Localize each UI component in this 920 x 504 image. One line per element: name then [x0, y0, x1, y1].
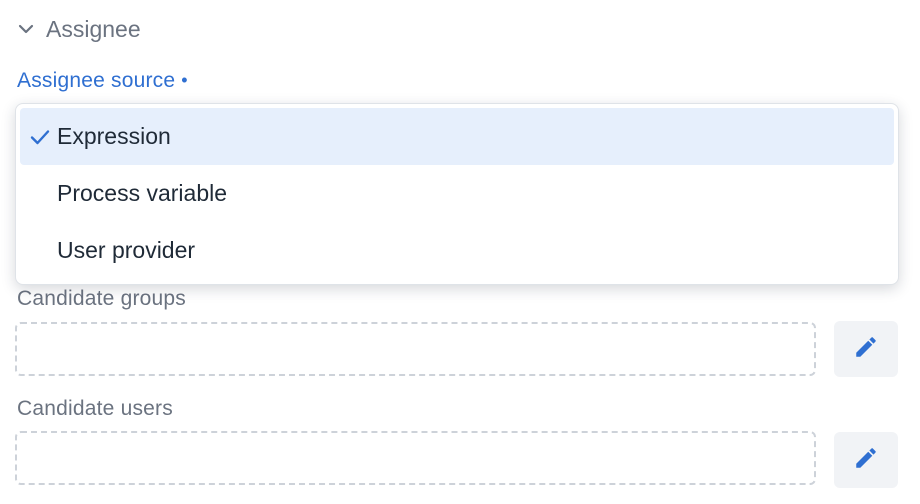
option-label: Expression	[57, 123, 171, 149]
candidate-users-label: Candidate users	[17, 397, 173, 420]
option-user-provider[interactable]: User provider	[20, 222, 894, 279]
assignee-source-dropdown: Expression Process variable User provide…	[15, 103, 899, 285]
option-expression[interactable]: Expression	[20, 108, 894, 165]
checkmark-icon	[29, 126, 51, 148]
candidate-groups-input[interactable]	[15, 322, 816, 376]
candidate-groups-label: Candidate groups	[17, 287, 186, 310]
properties-panel: Assignee Assignee source • Candidate grou…	[0, 0, 920, 504]
option-label: User provider	[57, 237, 196, 263]
candidate-users-input[interactable]	[15, 431, 816, 485]
candidate-users-edit-button[interactable]	[834, 432, 898, 488]
section-title: Assignee	[46, 15, 141, 42]
option-label: Process variable	[57, 180, 228, 206]
required-marker: •	[181, 70, 188, 90]
assignee-source-label-text: Assignee source	[17, 69, 176, 92]
assignee-source-label: Assignee source •	[17, 69, 188, 93]
option-process-variable[interactable]: Process variable	[20, 165, 894, 222]
pencil-icon	[853, 445, 879, 476]
pencil-icon	[853, 334, 879, 365]
chevron-down-icon[interactable]	[16, 19, 36, 39]
assignee-section-header[interactable]: Assignee	[16, 12, 141, 46]
candidate-groups-edit-button[interactable]	[834, 321, 898, 377]
